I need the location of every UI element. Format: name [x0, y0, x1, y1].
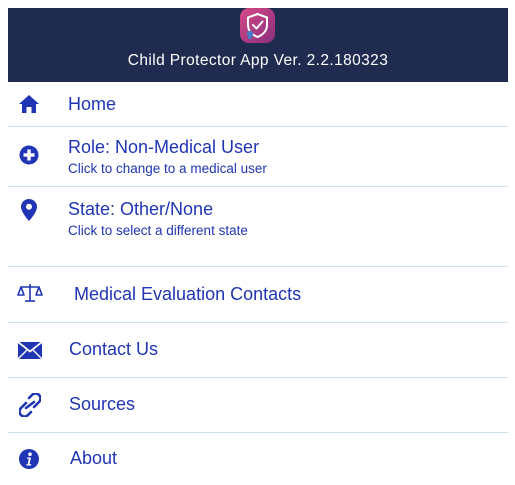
- envelope-icon: [17, 341, 43, 364]
- link-icon: [18, 392, 42, 422]
- home-icon: [18, 94, 40, 119]
- app-shield-icon: [240, 8, 275, 43]
- menu-item-about[interactable]: About: [8, 433, 508, 485]
- menu-item-home[interactable]: Home: [8, 82, 508, 127]
- info-icon: [19, 449, 39, 474]
- menu-item-sources-label: Sources: [69, 394, 136, 414]
- menu-item-state-label: State: Other/None: [68, 199, 214, 219]
- menu-item-role[interactable]: Role: Non-Medical User Click to change t…: [8, 127, 508, 187]
- menu-item-contact-us-label: Contact Us: [69, 339, 159, 359]
- menu-item-medical-evaluation-contacts[interactable]: Medical Evaluation Contacts: [8, 267, 508, 323]
- menu-item-medical-evaluation-contacts-label: Medical Evaluation Contacts: [74, 284, 302, 304]
- menu-item-state[interactable]: State: Other/None Click to select a diff…: [8, 187, 508, 267]
- menu-item-role-sublabel: Click to change to a medical user: [68, 161, 267, 176]
- menu-item-home-label: Home: [68, 94, 117, 114]
- menu-item-state-sublabel: Click to select a different state: [68, 223, 248, 238]
- side-menu: Home Role: Non-Medical User Click to cha…: [8, 82, 508, 485]
- scales-icon: [17, 283, 43, 308]
- menu-item-about-label: About: [70, 448, 118, 468]
- plus-circle-icon: [19, 145, 39, 170]
- app-version-title: Child Protector App Ver. 2.2.180323: [127, 52, 389, 69]
- location-pin-icon: [21, 199, 37, 226]
- app-header: Child Protector App Ver. 2.2.180323: [8, 8, 508, 82]
- menu-item-role-label: Role: Non-Medical User: [68, 137, 260, 157]
- menu-item-sources[interactable]: Sources: [8, 378, 508, 433]
- menu-item-contact-us[interactable]: Contact Us: [8, 323, 508, 378]
